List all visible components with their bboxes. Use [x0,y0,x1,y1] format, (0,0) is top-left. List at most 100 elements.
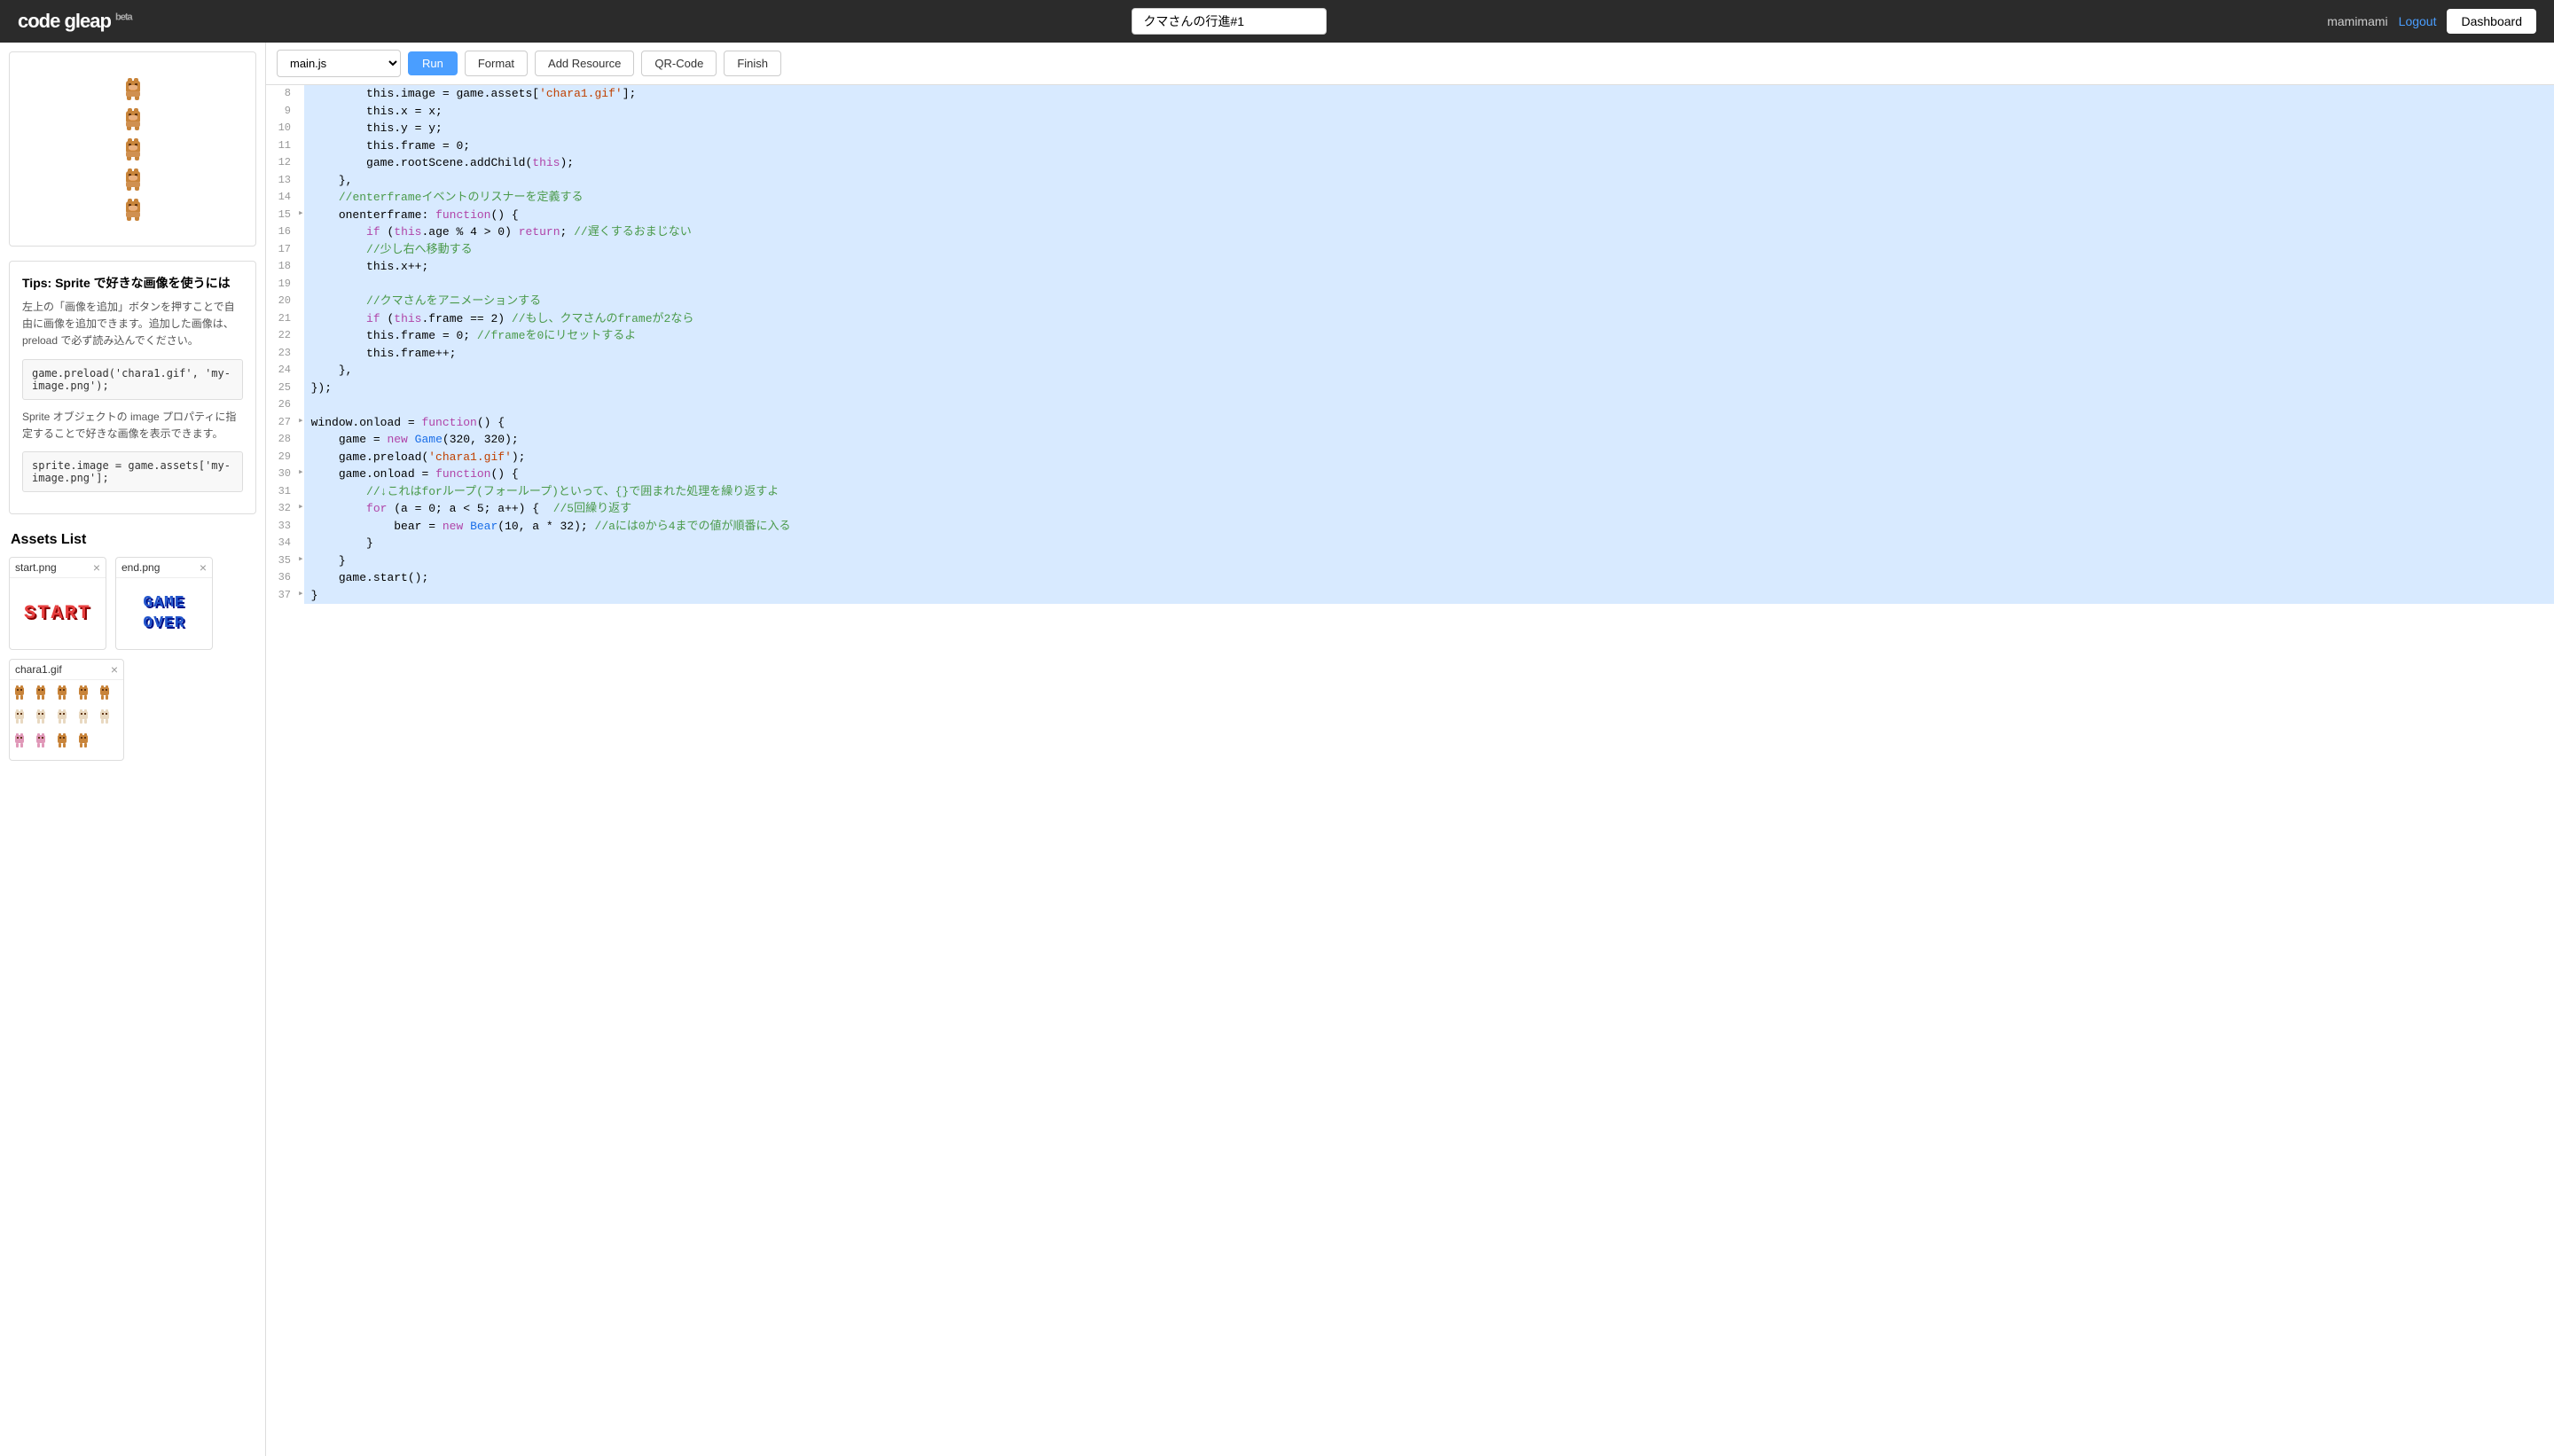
asset-close-end[interactable]: × [200,561,207,574]
asset-header-chara: chara1.gif × [10,660,123,680]
code-line-15: 15 ▸ onenterframe: function() { [266,207,2554,224]
header-title-area [1132,8,1327,35]
line-num-19: 19 [266,276,298,294]
line-content-20: //クマさんをアニメーションする [304,293,2554,310]
logo-beta: beta [115,12,132,23]
logout-link[interactable]: Logout [2399,14,2437,28]
code-line-32: 32 ▸ for (a = 0; a < 5; a++) { //5回繰り返す [266,500,2554,518]
line-num-15: 15 [266,207,298,224]
assets-section: Assets List start.png × START end.png [9,528,256,764]
code-line-18: 18 this.x++; [266,258,2554,276]
line-content-18: this.x++; [304,258,2554,276]
chara-grid [13,684,120,755]
username-label: mamimami [2327,14,2387,28]
header-right: mamimami Logout Dashboard [2327,9,2536,34]
asset-item-chara: chara1.gif × [9,659,124,761]
line-num-12: 12 [266,154,298,172]
assets-title: Assets List [9,532,256,548]
gameover-text: GAMEOVER [143,593,184,635]
line-content-29: game.preload('chara1.gif'); [304,449,2554,466]
bear-sprite-3 [119,135,147,163]
tips-title: Tips: Sprite で好きな画像を使うには [22,274,243,292]
code-line-34: 34 } [266,535,2554,552]
asset-header-start: start.png × [10,558,106,578]
format-button[interactable]: Format [465,51,528,76]
line-arrow-15: ▸ [298,207,304,224]
tips-text-2: Sprite オブジェクトの image プロパティに指定することで好きな画像を… [22,409,243,442]
line-arrow-37: ▸ [298,587,304,605]
asset-preview-start: START [10,578,106,649]
right-panel: main.js Run Format Add Resource QR-Code … [266,43,2554,1456]
line-arrow-24 [298,362,304,380]
line-arrow-8 [298,85,304,103]
line-arrow-23 [298,345,304,363]
code-line-30: 30 ▸ game.onload = function() { [266,466,2554,483]
code-editor[interactable]: 8 this.image = game.assets['chara1.gif']… [266,85,2554,1456]
line-arrow-31 [298,483,304,501]
line-num-13: 13 [266,172,298,190]
bear-sprite-2 [119,105,147,133]
line-num-34: 34 [266,535,298,552]
line-content-37: } [304,587,2554,605]
line-arrow-10 [298,120,304,137]
code-line-16: 16 if (this.age % 4 > 0) return; //遅くするお… [266,223,2554,241]
tips-box: Tips: Sprite で好きな画像を使うには 左上の「画像を追加」ボタンを押… [9,261,256,514]
line-num-24: 24 [266,362,298,380]
code-line-8: 8 this.image = game.assets['chara1.gif']… [266,85,2554,103]
asset-header-end: end.png × [116,558,212,578]
line-content-33: bear = new Bear(10, a * 32); //aには0から4まで… [304,518,2554,536]
line-arrow-18 [298,258,304,276]
bear-sprite-4 [119,165,147,193]
code-line-14: 14 //enterframeイベントのリスナーを定義する [266,189,2554,207]
line-num-14: 14 [266,189,298,207]
asset-preview-chara [10,680,123,760]
line-content-36: game.start(); [304,569,2554,587]
code-line-25: 25 }); [266,380,2554,397]
line-num-25: 25 [266,380,298,397]
line-num-31: 31 [266,483,298,501]
line-arrow-21 [298,310,304,328]
line-content-24: }, [304,362,2554,380]
line-num-32: 32 [266,500,298,518]
finish-button[interactable]: Finish [724,51,781,76]
line-num-8: 8 [266,85,298,103]
asset-close-start[interactable]: × [93,561,100,574]
add-resource-button[interactable]: Add Resource [535,51,634,76]
code-line-10: 10 this.y = y; [266,120,2554,137]
line-content-31: //↓これはforループ(フォーループ)といって、{}で囲まれた処理を繰り返すよ [304,483,2554,501]
line-arrow-22 [298,327,304,345]
preview-area [9,51,256,247]
start-text: START [24,602,91,624]
line-content-28: game = new Game(320, 320); [304,431,2554,449]
code-line-19: 19 [266,276,2554,294]
asset-item-start: start.png × START [9,557,106,650]
main-layout: Tips: Sprite で好きな画像を使うには 左上の「画像を追加」ボタンを押… [0,43,2554,1456]
line-num-17: 17 [266,241,298,259]
line-content-13: }, [304,172,2554,190]
code-line-33: 33 bear = new Bear(10, a * 32); //aには0から… [266,518,2554,536]
code-line-9: 9 this.x = x; [266,103,2554,121]
line-arrow-12 [298,154,304,172]
line-arrow-32: ▸ [298,500,304,518]
code-line-21: 21 if (this.frame == 2) //もし、クマさんのframeが… [266,310,2554,328]
line-arrow-9 [298,103,304,121]
line-num-16: 16 [266,223,298,241]
code-line-26: 26 [266,396,2554,414]
bear-sprite-1 [119,74,147,103]
line-arrow-13 [298,172,304,190]
line-arrow-30: ▸ [298,466,304,483]
line-num-22: 22 [266,327,298,345]
dashboard-button[interactable]: Dashboard [2447,9,2536,34]
qr-code-button[interactable]: QR-Code [641,51,717,76]
line-num-21: 21 [266,310,298,328]
line-arrow-27: ▸ [298,414,304,432]
logo: code gleap beta [18,10,132,33]
line-num-10: 10 [266,120,298,137]
code-line-29: 29 game.preload('chara1.gif'); [266,449,2554,466]
run-button[interactable]: Run [408,51,458,75]
line-content-15: onenterframe: function() { [304,207,2554,224]
file-selector[interactable]: main.js [277,50,401,77]
line-arrow-28 [298,431,304,449]
asset-close-chara[interactable]: × [111,663,118,676]
title-input[interactable] [1132,8,1327,35]
